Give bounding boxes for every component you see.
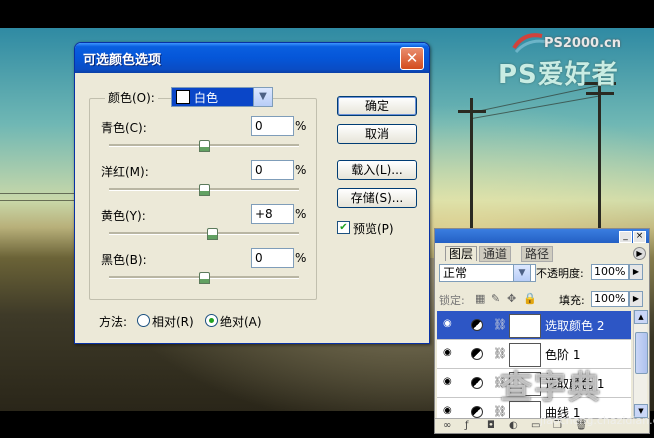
cyan-label: 青色(C): [101,121,147,135]
dialog-titlebar[interactable]: 可选颜色选项 ✕ [75,43,429,73]
tab-channels[interactable]: 通道 [479,246,512,262]
panel-menu-icon[interactable]: ▶ [633,247,646,260]
site-watermark: PS2000.cn PS爱好者 [498,30,652,90]
layer-name: 选取颜色 2 [545,319,605,333]
magenta-label: 洋红(M): [101,165,149,179]
lock-move-icon[interactable]: ✥ [507,292,516,305]
magenta-input[interactable]: 0 [251,160,294,180]
magenta-slider-thumb[interactable] [199,184,210,196]
adjustment-layer-icon [471,348,483,360]
eye-icon[interactable]: ◉ [443,319,454,329]
checkmark-icon: ✔ [339,222,348,233]
fill-label: 填充: [559,294,585,307]
cyan-unit: % [295,119,307,133]
yellow-label: 黄色(Y): [101,209,146,223]
method-label: 方法: [99,315,128,329]
fill-arrow-icon[interactable]: ▶ [629,291,643,307]
black-slider-thumb[interactable] [199,272,210,284]
chevron-down-icon: ▼ [259,91,267,102]
adjustment-layer-icon [471,377,483,389]
tab-layers[interactable]: 图层 [445,246,478,261]
new-adjustment-icon[interactable]: ◐ [509,420,518,431]
yellow-input[interactable]: +8 [251,204,294,224]
ok-button[interactable]: 确定 [337,96,417,116]
save-button[interactable]: 存储(S)... [337,188,417,208]
lock-label: 锁定: [439,294,465,307]
absolute-radio[interactable] [205,314,218,327]
selective-color-dialog: 可选颜色选项 ✕ 颜色(O): 白色 ▼ 青色(C): 0 % 洋红(M): 0… [74,42,430,344]
close-button[interactable]: ✕ [400,47,424,70]
close-icon: ✕ [405,49,419,67]
black-input[interactable]: 0 [251,248,294,268]
layer-mask-thumbnail[interactable] [509,314,541,338]
load-button[interactable]: 载入(L)... [337,160,417,180]
scrollbar-thumb[interactable] [635,332,648,374]
chevron-down-icon[interactable]: ▼ [513,264,531,282]
yellow-slider-thumb[interactable] [206,228,218,240]
adjustment-layer-icon [471,319,483,331]
layers-scrollbar[interactable]: ▲ ▼ [633,310,648,418]
magenta-unit: % [295,163,307,177]
layer-name: 色阶 1 [545,348,581,362]
dialog-title: 可选颜色选项 [83,53,162,68]
add-mask-icon[interactable]: ◘ [487,420,495,431]
opacity-input[interactable]: 100% [591,264,629,280]
layer-row-selective-color-2[interactable]: ◉ ⛓ 选取颜色 2 [437,311,631,340]
eye-icon[interactable]: ◉ [443,348,454,358]
colors-label: 颜色(O): [105,89,158,106]
lock-all-icon[interactable]: 🔒 [523,292,537,305]
opacity-arrow-icon[interactable]: ▶ [629,264,643,280]
close-icon[interactable]: × [633,231,646,243]
color-swatch [176,90,190,104]
bottom-watermark: 查字典 [500,368,603,406]
black-label: 黑色(B): [101,253,147,267]
relative-radio[interactable] [137,314,150,327]
preview-label: 预览(P) [353,222,394,236]
opacity-label: 不透明度: [536,267,584,280]
colors-select-value: 白色 [194,91,219,105]
panel-header[interactable]: _ × [435,229,649,243]
link-icon[interactable]: ⛓ [493,318,507,331]
colors-dropdown-arrow[interactable]: ▼ [253,87,273,107]
link-layers-icon[interactable]: ∞ [443,420,451,431]
fill-input[interactable]: 100% [591,291,629,307]
scroll-up-icon[interactable]: ▲ [634,310,648,324]
cyan-slider-thumb[interactable] [199,140,210,152]
absolute-label: 绝对(A) [220,315,262,329]
adjustment-layer-icon [471,406,483,418]
link-icon[interactable]: ⛓ [493,347,507,360]
bottom-watermark-url: jiaocheng.chazidian.com [540,414,654,427]
cyan-input[interactable]: 0 [251,116,294,136]
watermark-bottom-text: PS爱好者 [498,60,619,90]
black-unit: % [295,251,307,265]
relative-label: 相对(R) [152,315,194,329]
layer-style-icon[interactable]: ƒ [465,420,469,431]
yellow-unit: % [295,207,307,221]
yellow-slider-track[interactable] [109,232,299,235]
lock-transparency-icon[interactable]: ▦ [475,292,485,305]
eye-icon[interactable]: ◉ [443,377,454,387]
preview-checkbox[interactable]: ✔ [337,221,350,234]
watermark-top-text: PS2000.cn [544,36,621,51]
cancel-button[interactable]: 取消 [337,124,417,144]
lock-brush-icon[interactable]: ✎ [491,292,500,305]
eye-icon[interactable]: ◉ [443,406,454,416]
pole-crossbar [586,92,614,95]
minimize-icon[interactable]: _ [619,231,632,243]
tab-paths[interactable]: 路径 [521,246,554,262]
